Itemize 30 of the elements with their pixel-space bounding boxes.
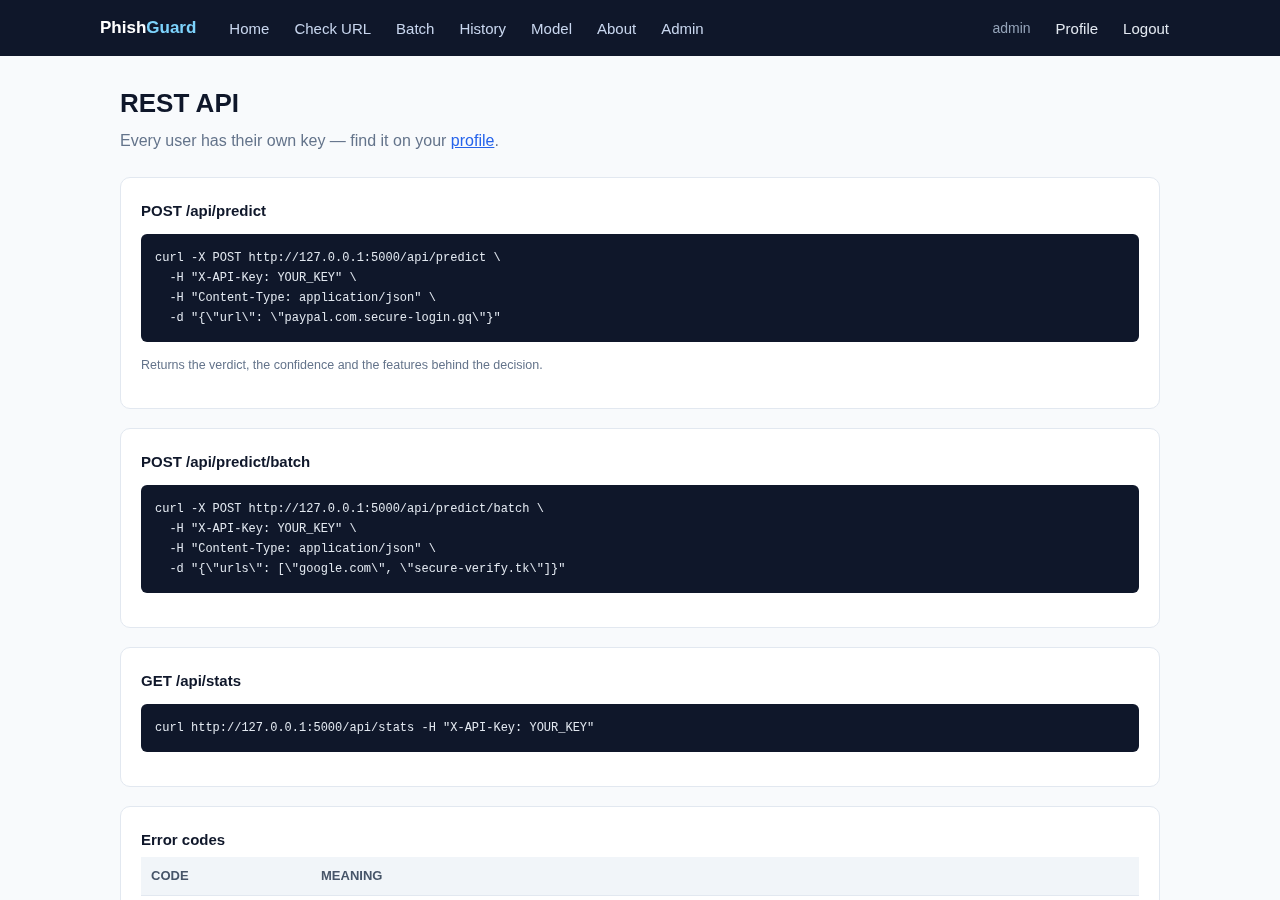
code-line: curl -X POST http://127.0.0.1:5000/api/predict \	[155, 250, 501, 267]
nav-link[interactable]: History	[459, 19, 507, 37]
account-link[interactable]: Profile	[1055, 19, 1099, 37]
code-line: -d "{\"url\": \"paypal.com.secure-login.gq\"}"	[168, 310, 501, 327]
endpoint-title: POST /api/predict/batch	[141, 452, 312, 472]
column-header: MEANING	[311, 857, 1139, 895]
column-header: CODE	[141, 857, 311, 895]
user-name: admin	[992, 20, 1031, 36]
nav-link[interactable]: Model	[531, 19, 572, 37]
profile-link[interactable]: profile	[450, 132, 495, 149]
code-line: curl -X POST http://127.0.0.1:5000/api/predict/batch \	[155, 501, 544, 518]
nav-link[interactable]: Batch	[396, 19, 435, 37]
code-line: -H "Content-Type: application/json" \	[168, 290, 436, 307]
section-title: Error codes	[141, 830, 227, 850]
nav-link[interactable]: Check URL	[294, 19, 372, 37]
code-line: curl http://127.0.0.1:5000/api/stats -H "X-API-Key: YOUR_KEY"	[155, 720, 595, 737]
subtitle-text: Every user has their own key — find it on your profile.	[120, 131, 500, 151]
nav-link[interactable]: Admin	[661, 19, 704, 37]
page-title: REST API	[120, 88, 240, 118]
nav-link[interactable]: About	[596, 19, 637, 37]
code-line: -H "Content-Type: application/json" \	[168, 541, 436, 558]
account-link[interactable]: Logout	[1123, 19, 1169, 37]
endpoint-title: GET /api/stats	[141, 671, 243, 691]
nav-link[interactable]: Home	[229, 19, 270, 37]
brand-logo[interactable]: PhishGuard	[100, 18, 197, 38]
code-line: -H "X-API-Key: YOUR_KEY" \	[168, 270, 357, 287]
code-line: -d "{\"urls\": [\"google.com\", \"secure-verify.tk\"]}"	[168, 561, 566, 578]
code-line: -H "X-API-Key: YOUR_KEY" \	[168, 521, 357, 538]
endpoint-title: POST /api/predict	[141, 201, 268, 221]
endpoint-note: Returns the verdict, the confidence and the features behind the decision.	[141, 357, 544, 374]
